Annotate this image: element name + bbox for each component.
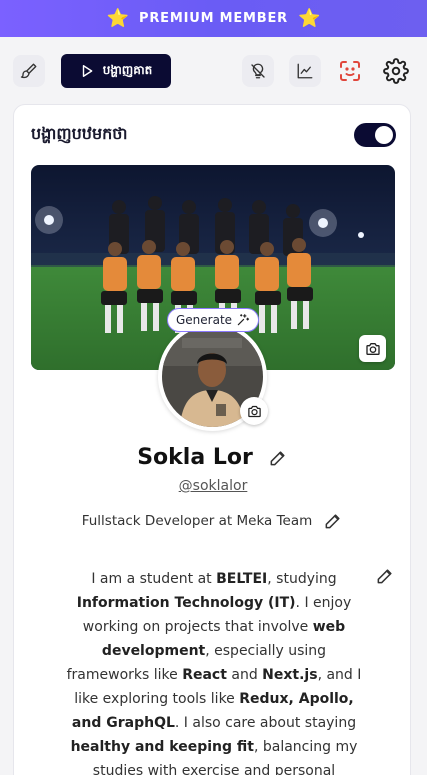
preview-button[interactable]: បង្ហាញគាត xyxy=(61,54,171,88)
bio-highlight: React xyxy=(182,667,227,683)
profile-username[interactable]: @soklalor xyxy=(14,478,412,494)
preview-label: បង្ហាញគាត xyxy=(102,63,153,77)
star-icon: ⭐ xyxy=(297,7,321,29)
lightbulb-icon xyxy=(251,63,265,79)
bio-text: . I also care about staying xyxy=(174,715,357,731)
generate-label: Generate xyxy=(176,313,233,327)
bio-highlight: BELTEI xyxy=(216,571,268,587)
edit-bio-pencil-icon[interactable] xyxy=(374,565,396,587)
bio-highlight: Next.js xyxy=(262,667,318,683)
premium-banner: ⭐ PREMIUM MEMBER ⭐ xyxy=(0,0,427,37)
role-row: Fullstack Developer at Meka Team xyxy=(14,510,412,532)
scan-button[interactable] xyxy=(334,55,366,87)
profile-role: Fullstack Developer at Meka Team xyxy=(81,513,313,529)
theme-button[interactable] xyxy=(13,55,45,87)
profile-header-card: បង្ហាញបឋមកថា Generate Sokla Lor @soklalo… xyxy=(13,104,411,775)
edit-name-pencil-icon[interactable] xyxy=(267,447,289,469)
bio-text: , studying xyxy=(267,571,337,587)
settings-button[interactable] xyxy=(380,55,412,87)
analytics-button[interactable] xyxy=(289,55,321,87)
card-title: បង្ហាញបឋមកថា xyxy=(31,124,128,143)
bio-text: and xyxy=(226,667,263,683)
gear-icon xyxy=(383,58,409,84)
star-icon: ⭐ xyxy=(106,7,130,29)
analytics-icon xyxy=(297,63,313,79)
edit-role-pencil-icon[interactable] xyxy=(322,510,344,532)
generate-button[interactable]: Generate xyxy=(167,308,260,332)
sparkles-icon xyxy=(237,314,250,326)
bio-highlight: healthy and keeping fit xyxy=(70,739,254,755)
paint-brush-icon xyxy=(20,63,37,79)
camera-icon xyxy=(247,405,261,417)
header-visibility-toggle[interactable] xyxy=(354,123,396,147)
bio-highlight: Information Technology (IT) xyxy=(76,595,296,611)
name-row: Sokla Lor xyxy=(14,445,412,470)
camera-icon xyxy=(365,342,380,355)
cover-camera-button[interactable] xyxy=(359,335,386,362)
play-icon xyxy=(82,65,93,77)
profile-name: Sokla Lor xyxy=(137,445,253,470)
premium-label: PREMIUM MEMBER xyxy=(139,11,288,26)
toggle-knob xyxy=(375,126,393,144)
avatar-camera-button[interactable] xyxy=(240,397,268,425)
bio-text: I am a student at xyxy=(91,571,217,587)
profile-bio: I am a student at BELTEI, studying Infor… xyxy=(64,567,364,775)
tips-button[interactable] xyxy=(242,55,274,87)
scan-icon xyxy=(340,61,360,81)
toolbar: បង្ហាញគាត xyxy=(0,37,427,105)
